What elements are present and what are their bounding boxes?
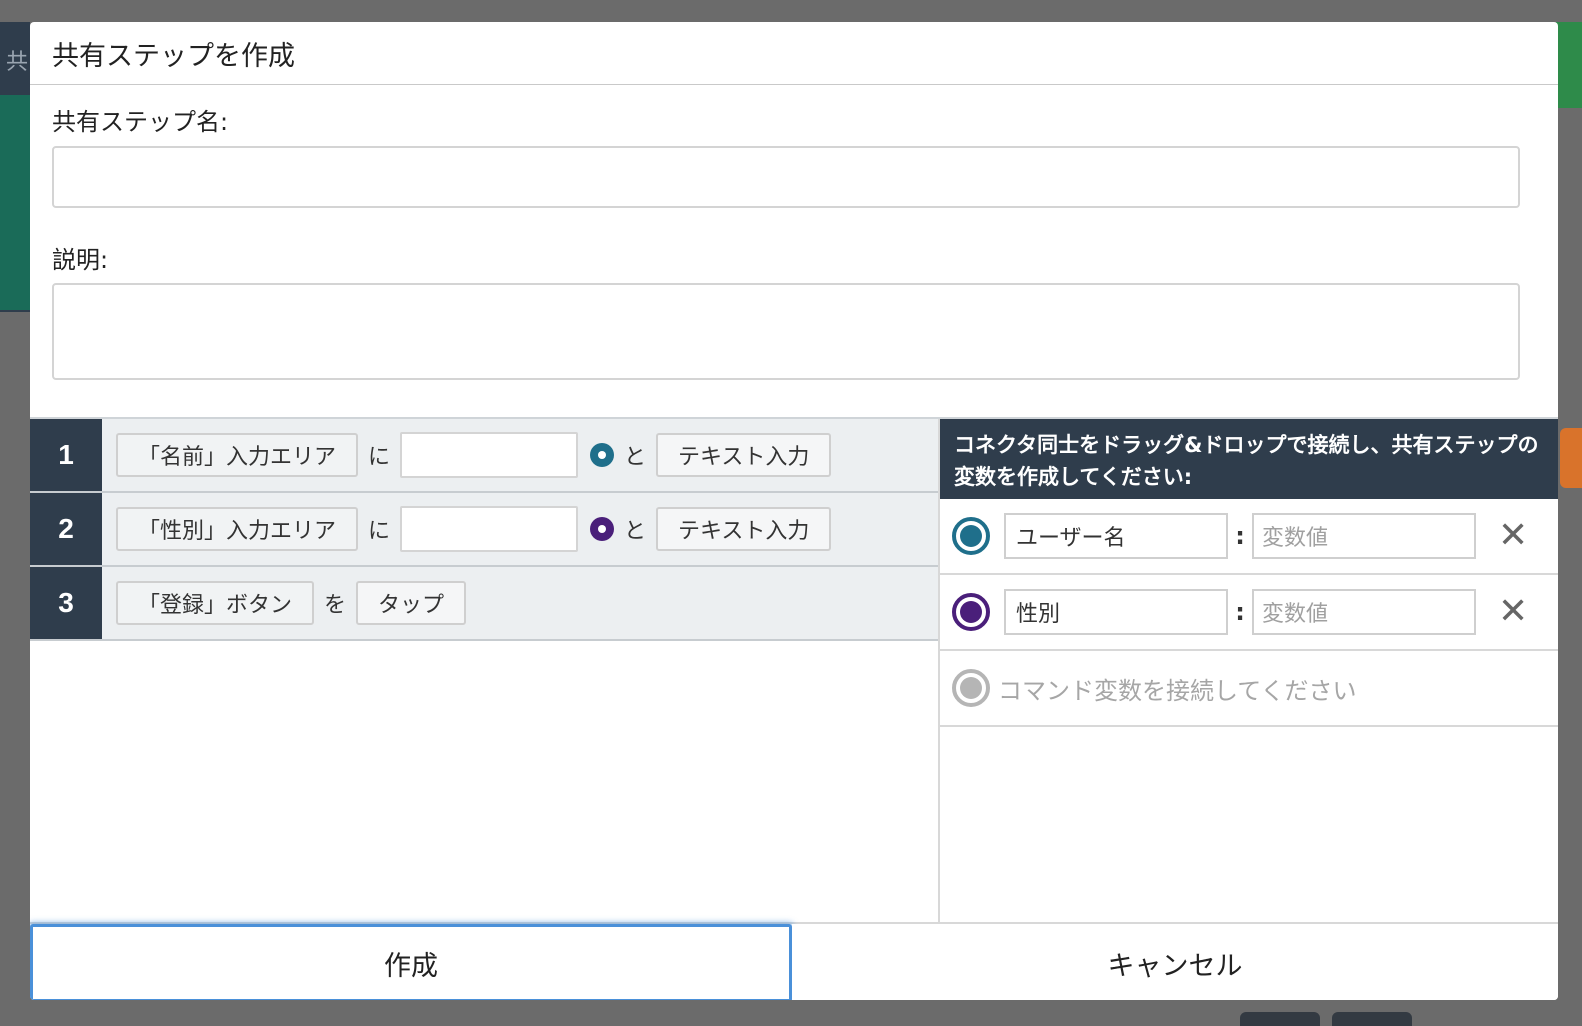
variable-separator: : [1235, 598, 1245, 626]
step-conjunction: と [624, 519, 647, 544]
step-number: 2 [30, 493, 102, 565]
variable-value-input[interactable]: 変数値 [1252, 589, 1476, 635]
create-shared-step-dialog: 共有ステップを作成 共有ステップ名: 説明: 1 「名前」入力エリア に と テ… [30, 22, 1558, 1000]
step-name-label: 共有ステップ名: [52, 108, 229, 136]
background-button [1332, 1012, 1412, 1026]
variables-instruction: コネクタ同士をドラッグ&ドロップで接続し、共有ステップの変数を作成してください: [940, 419, 1558, 499]
background-button [1240, 1012, 1320, 1026]
background-green-bar [1556, 22, 1582, 108]
step-particle: を [324, 593, 347, 618]
variable-name-input[interactable]: 性別 [1004, 589, 1228, 635]
cancel-button[interactable]: キャンセル [792, 924, 1558, 1000]
step-value-input[interactable] [400, 506, 579, 552]
step-row: 1 「名前」入力エリア に と テキスト入力 [30, 419, 938, 493]
step-number: 3 [30, 567, 102, 639]
step-value-input[interactable] [400, 432, 579, 478]
remove-variable-icon[interactable]: ✕ [1498, 594, 1528, 630]
variable-separator: : [1235, 522, 1245, 550]
remove-variable-icon[interactable]: ✕ [1498, 518, 1528, 554]
steps-list: 1 「名前」入力エリア に と テキスト入力 2 「性別」入力エリア に と テ… [30, 419, 940, 924]
step-target[interactable]: 「登録」ボタン [116, 581, 315, 625]
description-label: 説明: [52, 246, 109, 274]
variable-connector-dot[interactable] [590, 443, 615, 467]
variable-connector-icon[interactable] [952, 669, 990, 707]
variable-connector-icon[interactable] [952, 517, 990, 555]
variable-name-input[interactable]: ユーザー名 [1004, 513, 1228, 559]
step-row: 3 「登録」ボタン を タップ [30, 567, 938, 641]
step-command[interactable]: テキスト入力 [656, 507, 832, 551]
dialog-footer: 作成 キャンセル [30, 922, 1558, 1000]
variable-row-empty: コマンド変数を接続してください [940, 651, 1558, 727]
step-name-input[interactable] [52, 146, 1520, 208]
step-particle: に [368, 445, 391, 470]
step-editor: 1 「名前」入力エリア に と テキスト入力 2 「性別」入力エリア に と テ… [30, 417, 1558, 924]
create-button[interactable]: 作成 [30, 924, 792, 1000]
variable-row: 性別 : 変数値 ✕ [940, 575, 1558, 651]
step-target[interactable]: 「性別」入力エリア [116, 507, 359, 551]
variable-connector-dot[interactable] [590, 517, 615, 541]
variable-value-input[interactable]: 変数値 [1252, 513, 1476, 559]
step-particle: に [368, 519, 391, 544]
description-input[interactable] [52, 283, 1520, 380]
background-hexagon [0, 95, 30, 310]
step-number: 1 [30, 419, 102, 491]
background-label: 共 [6, 50, 29, 75]
background-orange-tab [1560, 428, 1582, 488]
step-target[interactable]: 「名前」入力エリア [116, 433, 359, 477]
variable-connector-icon[interactable] [952, 593, 990, 631]
step-row: 2 「性別」入力エリア に と テキスト入力 [30, 493, 938, 567]
step-command[interactable]: タップ [356, 581, 467, 625]
variable-row: ユーザー名 : 変数値 ✕ [940, 499, 1558, 575]
variables-panel: コネクタ同士をドラッグ&ドロップで接続し、共有ステップの変数を作成してください:… [940, 419, 1558, 924]
step-command[interactable]: テキスト入力 [656, 433, 832, 477]
connect-variable-prompt: コマンド変数を接続してください [998, 676, 1357, 705]
step-conjunction: と [624, 445, 647, 470]
dialog-title: 共有ステップを作成 [30, 22, 1558, 85]
